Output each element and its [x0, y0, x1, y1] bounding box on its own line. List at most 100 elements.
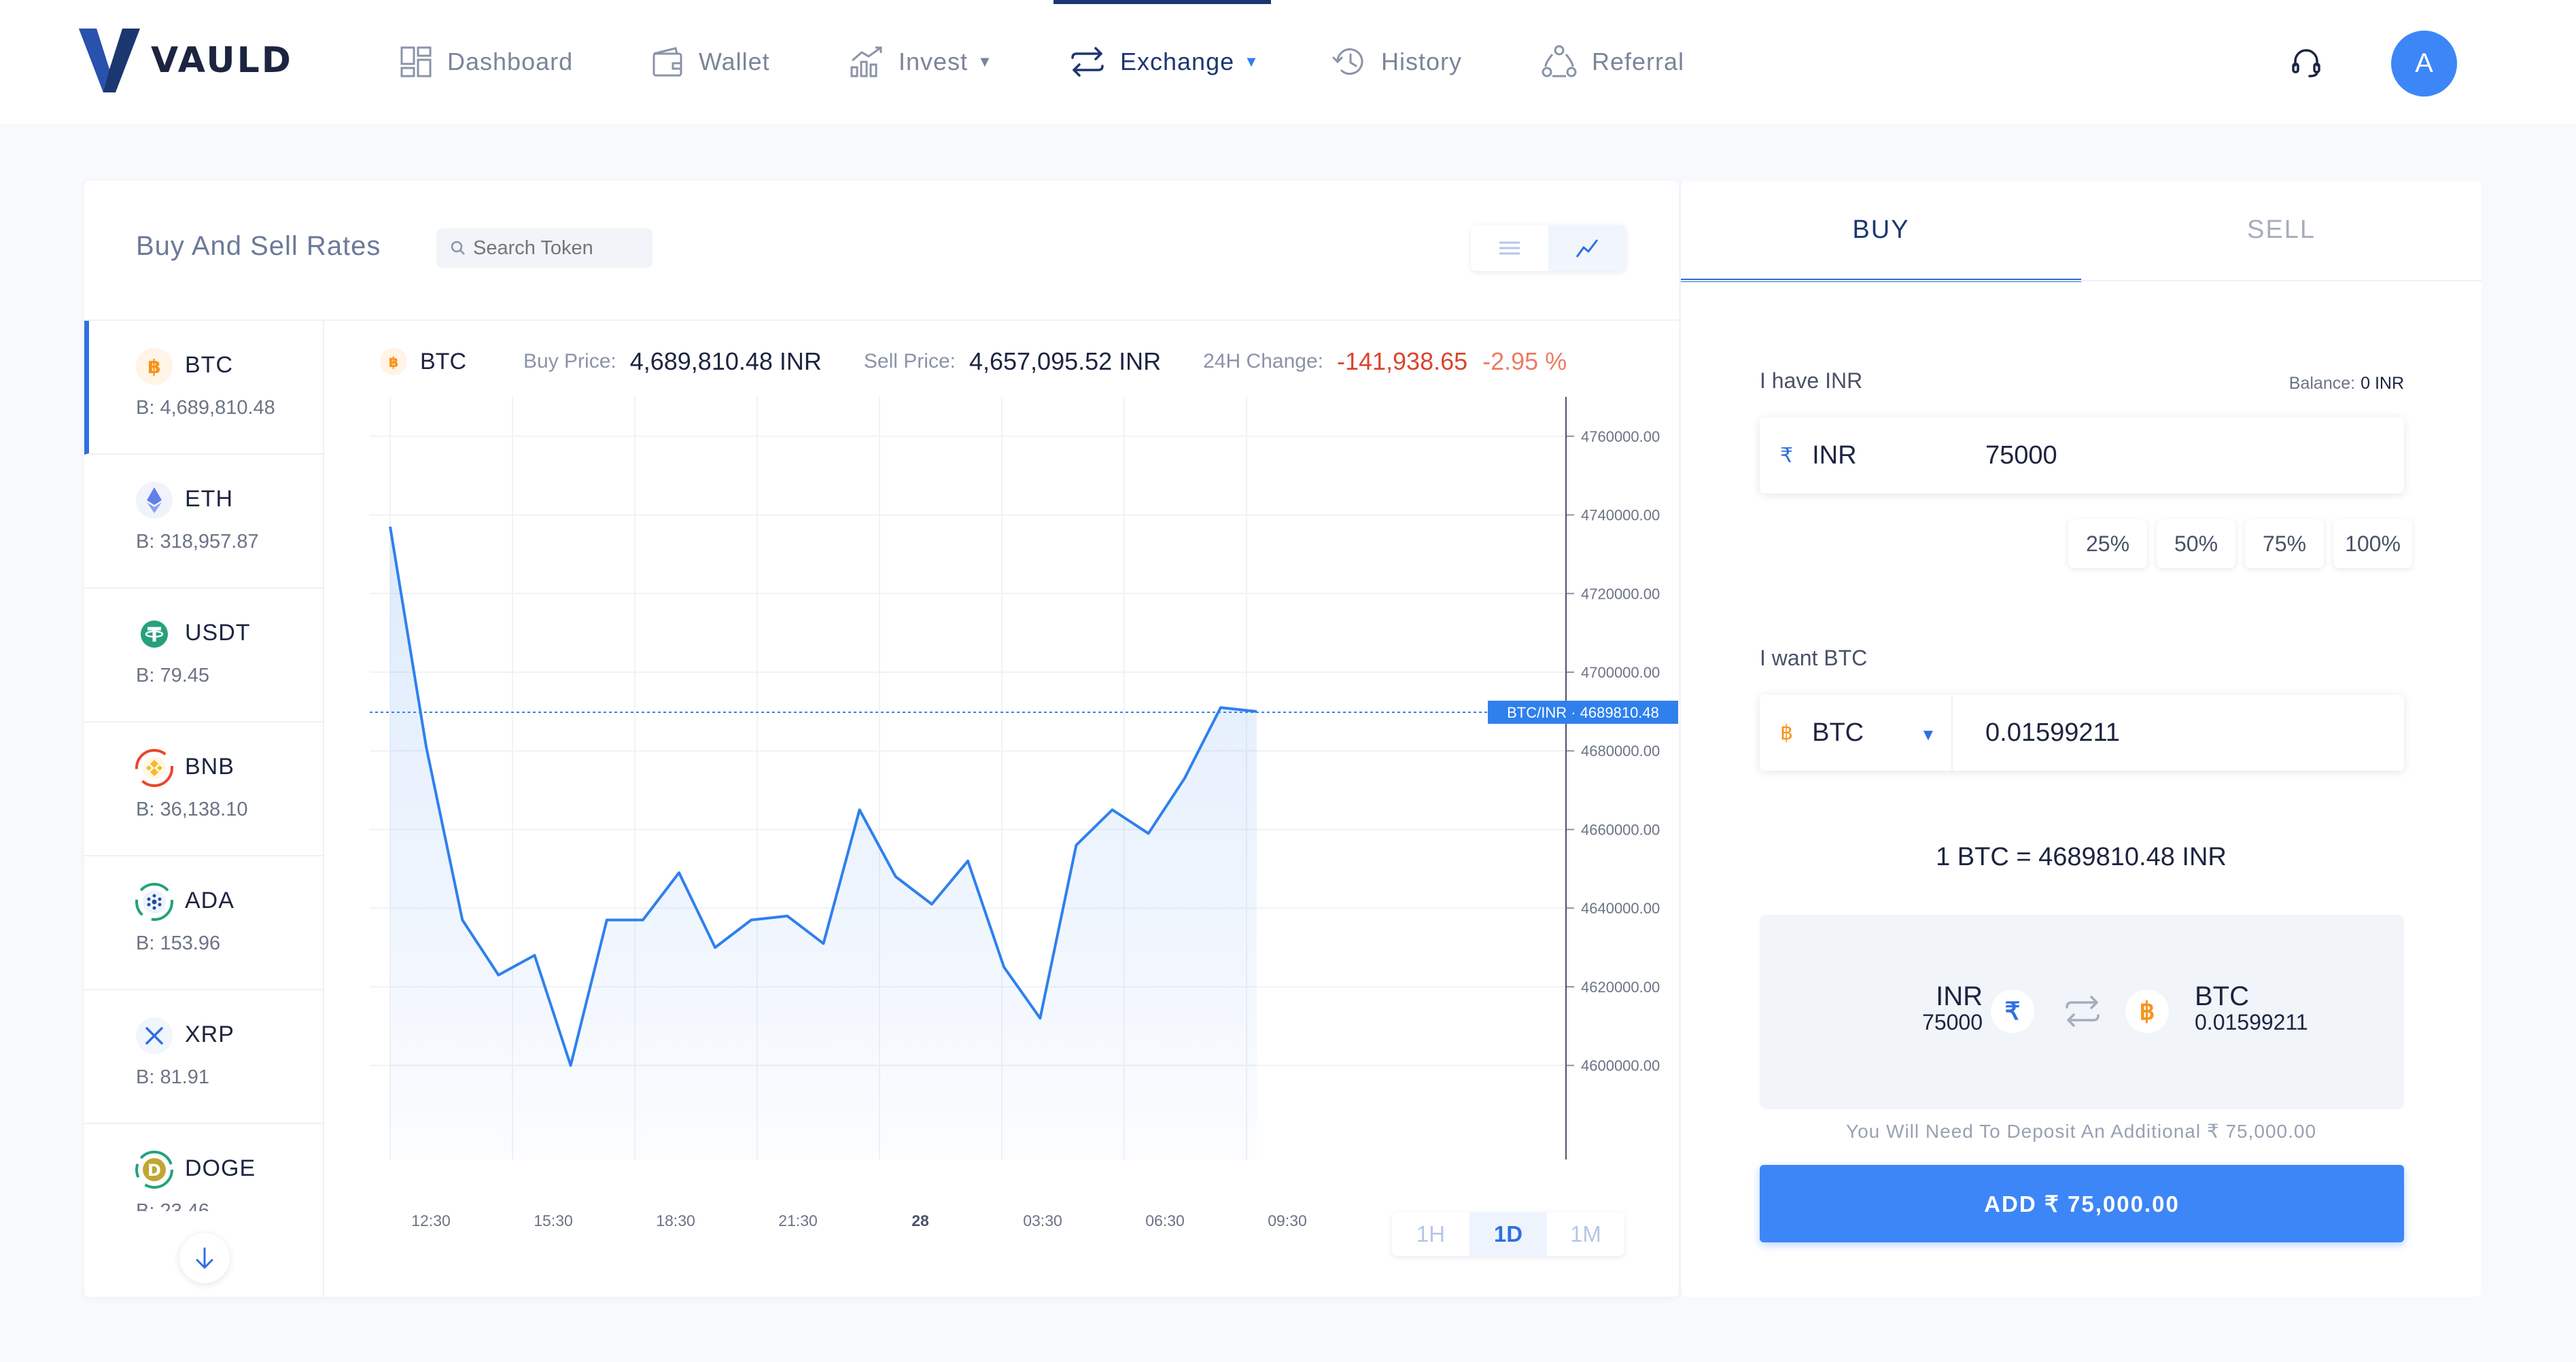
- range-1m-button[interactable]: 1M: [1547, 1212, 1624, 1256]
- nav-dashboard[interactable]: Dashboard: [400, 37, 573, 86]
- nav-referral[interactable]: Referral: [1542, 37, 1684, 86]
- change-percent: -2.95 %: [1482, 347, 1567, 376]
- y-tick-label: 4600000.00: [1581, 1058, 1660, 1075]
- token-item-bnb[interactable]: BNB B: 36,138.10: [84, 722, 323, 856]
- nav-dashboard-label: Dashboard: [447, 48, 573, 76]
- list-view-button[interactable]: [1471, 225, 1548, 271]
- nav-invest[interactable]: Invest ▼: [850, 37, 993, 86]
- time-range-toggle: 1H 1D 1M: [1392, 1212, 1624, 1256]
- nav-active-indicator: [1054, 0, 1271, 4]
- y-tick-label: 4760000.00: [1581, 428, 1660, 445]
- token-balance: B: 36,138.10: [136, 799, 247, 821]
- rates-title: Buy And Sell Rates: [136, 231, 381, 262]
- search-token-input[interactable]: [473, 237, 636, 260]
- percent-75-button[interactable]: 75%: [2245, 519, 2324, 568]
- list-divider: [323, 321, 324, 1297]
- have-label: I have INR: [1760, 368, 1862, 394]
- token-item-btc[interactable]: ฿ BTC B: 4,689,810.48: [84, 321, 323, 455]
- token-item-ada[interactable]: ADA B: 153.96: [84, 856, 323, 990]
- token-item-usdt[interactable]: USDT B: 79.45: [84, 589, 323, 722]
- tab-buy[interactable]: BUY: [1681, 181, 2081, 282]
- search-token-box[interactable]: [436, 228, 652, 268]
- exchange-rate: 1 BTC = 4689810.48 INR: [1681, 843, 2482, 872]
- nav-wallet[interactable]: Wallet: [651, 37, 770, 86]
- y-tick-label: 4740000.00: [1581, 507, 1660, 524]
- brand-name: VAULD: [151, 40, 293, 81]
- have-currency-code: INR: [1812, 441, 1856, 470]
- x-tick-label: 09:30: [1268, 1212, 1307, 1229]
- percent-50-button[interactable]: 50%: [2157, 519, 2235, 568]
- nav-invest-label: Invest: [899, 48, 968, 76]
- x-tick-label: 03:30: [1023, 1212, 1062, 1229]
- want-amount-value[interactable]: 0.01599211: [1985, 695, 2120, 771]
- y-tick-label: 4680000.00: [1581, 743, 1660, 760]
- want-label: I want BTC: [1760, 646, 1867, 671]
- token-symbol: BNB: [185, 754, 234, 780]
- have-amount-value[interactable]: 75000: [1985, 417, 2057, 493]
- token-balance: B: 4,689,810.48: [136, 397, 275, 419]
- percent-100-button[interactable]: 100%: [2333, 519, 2412, 568]
- dogecoin-icon: D: [135, 1150, 174, 1189]
- token-list: ฿ BTC B: 4,689,810.48 ETH B: 318,957.87 …: [84, 321, 323, 1211]
- exchange-icon: [1070, 46, 1105, 78]
- tab-divider: [1681, 280, 2482, 281]
- vauld-logo[interactable]: VAULD: [79, 27, 293, 94]
- token-balance: B: 79.45: [136, 665, 209, 687]
- list-icon: [1498, 240, 1521, 256]
- trade-panel: BUY SELL I have INR Balance:0 INR ₹ INR …: [1679, 181, 2482, 1297]
- ethereum-icon: [135, 481, 174, 520]
- chart-view-button[interactable]: [1548, 225, 1626, 271]
- vauld-logo-icon: [79, 27, 140, 94]
- dropdown-triangle-icon[interactable]: ▼: [1920, 726, 1936, 745]
- bitcoin-icon: ฿: [135, 347, 174, 386]
- x-tick-label: 06:30: [1145, 1212, 1185, 1229]
- nav-exchange[interactable]: Exchange ▼: [1070, 37, 1259, 86]
- user-avatar[interactable]: A: [2391, 31, 2457, 97]
- balance-label: Balance:: [2289, 374, 2355, 393]
- token-symbol: USDT: [185, 620, 251, 646]
- token-item-eth[interactable]: ETH B: 318,957.87: [84, 455, 323, 589]
- buy-price-label: Buy Price:: [523, 350, 616, 373]
- x-tick-label: 18:30: [656, 1212, 695, 1229]
- y-tick-label: 4660000.00: [1581, 821, 1660, 838]
- scroll-down-button[interactable]: [179, 1233, 230, 1283]
- token-balance: B: 81.91: [136, 1066, 209, 1089]
- token-symbol: XRP: [185, 1022, 234, 1048]
- view-mode-toggle: [1471, 225, 1626, 271]
- rupee-icon: ₹: [1991, 990, 2034, 1033]
- rates-card: Buy And Sell Rates ฿ BTC B: 4,689,810.48: [84, 181, 1679, 1297]
- top-navigation-bar: VAULD Dashboard Wallet Invest ▼ Exchange…: [0, 0, 2576, 124]
- y-tick-label: 4620000.00: [1581, 979, 1660, 996]
- price-header: ฿ BTC Buy Price: 4,689,810.48 INR Sell P…: [379, 337, 1567, 386]
- conversion-summary: INR 75000 ₹ ฿ BTC 0.01599211: [1760, 915, 2404, 1109]
- y-tick-label: 4720000.00: [1581, 585, 1660, 602]
- x-tick-label: 21:30: [778, 1212, 818, 1229]
- sell-price-value: 4,657,095.52 INR: [969, 347, 1161, 376]
- nav-referral-label: Referral: [1592, 48, 1684, 76]
- percent-25-button[interactable]: 25%: [2068, 519, 2147, 568]
- x-tick-label: 12:30: [411, 1212, 451, 1229]
- support-headset-icon[interactable]: [2291, 48, 2322, 82]
- range-1d-button[interactable]: 1D: [1469, 1212, 1547, 1256]
- add-funds-button[interactable]: ADD ₹ 75,000.00: [1760, 1165, 2404, 1242]
- summary-to-amount: 0.01599211: [2195, 1010, 2308, 1034]
- tab-sell[interactable]: SELL: [2081, 181, 2482, 279]
- rupee-icon: ₹: [1780, 444, 1793, 468]
- have-amount-field[interactable]: ₹ INR 75000: [1760, 417, 2404, 493]
- want-amount-field[interactable]: ฿ BTC ▼ 0.01599211: [1760, 695, 2404, 771]
- nav-history[interactable]: History: [1332, 37, 1462, 86]
- price-area: [390, 527, 1257, 1159]
- sell-price-label: Sell Price:: [864, 350, 956, 373]
- token-item-doge[interactable]: D DOGE B: 23.46: [84, 1124, 323, 1211]
- nav-history-label: History: [1381, 48, 1462, 76]
- bitcoin-icon: ฿: [2125, 990, 2169, 1033]
- bitcoin-icon: ฿: [379, 347, 408, 376]
- search-icon: [450, 240, 466, 256]
- token-balance: B: 153.96: [136, 932, 220, 955]
- summary-from: INR 75000: [1922, 983, 1983, 1034]
- want-currency-select[interactable]: ฿ BTC: [1780, 695, 1864, 771]
- arrow-down-icon: [194, 1246, 215, 1270]
- change-label: 24H Change:: [1203, 350, 1323, 373]
- range-1h-button[interactable]: 1H: [1392, 1212, 1469, 1256]
- token-item-xrp[interactable]: XRP B: 81.91: [84, 990, 323, 1124]
